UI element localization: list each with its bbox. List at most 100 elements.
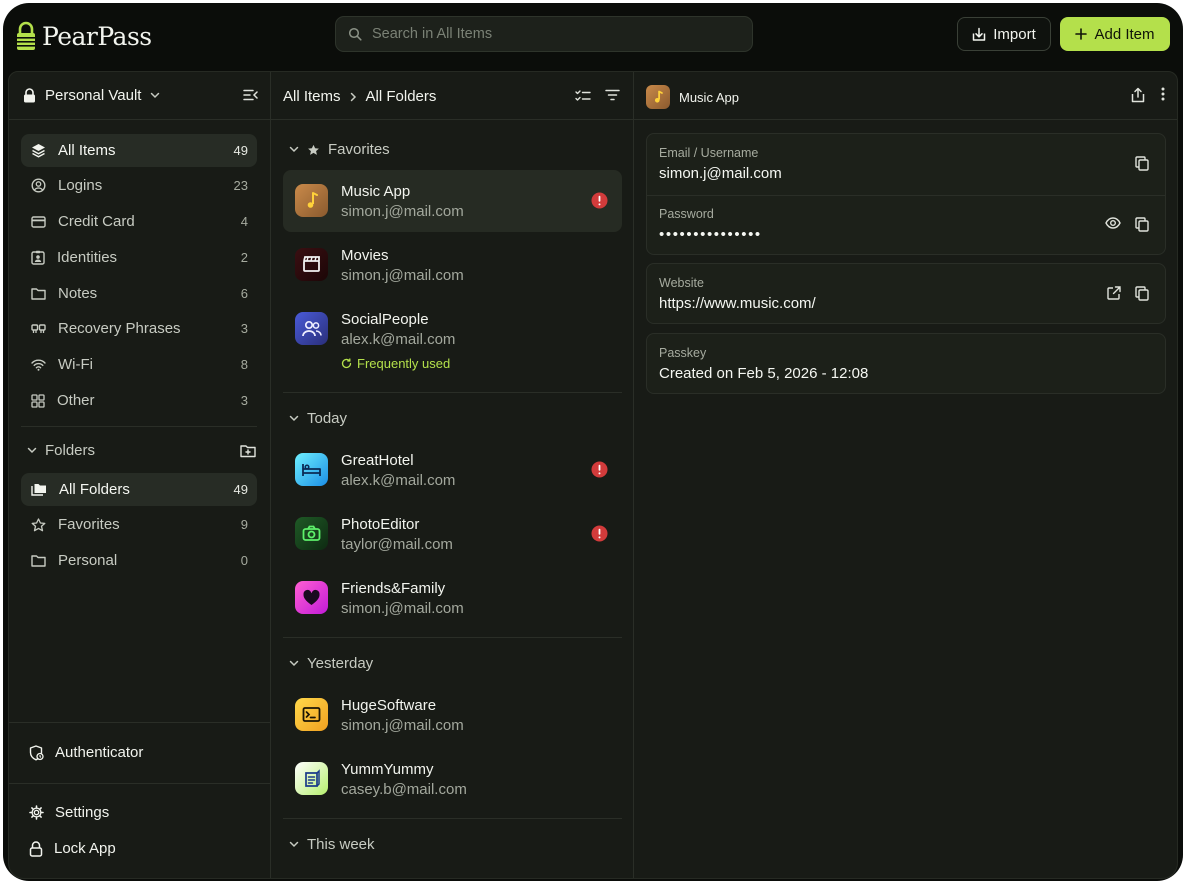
item-title: GreatHotel xyxy=(341,452,414,469)
sidebar-item-count: 2 xyxy=(240,250,248,265)
sidebar-item-identities[interactable]: Identities 2 xyxy=(21,241,257,274)
star-icon xyxy=(31,517,46,532)
sidebar-item-label: Other xyxy=(57,392,95,409)
sidebar-item-label: Identities xyxy=(57,249,118,266)
sidebar-item-label: All Folders xyxy=(59,481,130,498)
item-subtitle: alex.k@mail.com xyxy=(341,472,456,489)
group-toggle-today[interactable]: Today xyxy=(289,410,347,427)
add-item-button[interactable]: Add Item xyxy=(1060,17,1170,51)
field-label: Password xyxy=(659,207,714,221)
list-item-music-app[interactable]: Music App simon.j@mail.com xyxy=(283,170,622,232)
more-options-icon[interactable] xyxy=(1161,87,1165,103)
group-toggle-this-week[interactable]: This week xyxy=(289,836,375,853)
authenticator-shield-icon xyxy=(29,744,44,761)
share-icon[interactable] xyxy=(1131,87,1145,103)
folders-toggle[interactable]: Folders xyxy=(27,442,95,459)
search-input[interactable]: Search in All Items xyxy=(335,16,753,52)
list-item-photoeditor[interactable]: PhotoEditor taylor@mail.com xyxy=(283,503,622,565)
plus-icon xyxy=(1075,28,1088,40)
item-title: Movies xyxy=(341,247,389,264)
frequently-used-badge: Frequently used xyxy=(341,356,450,371)
list-item-greathotel[interactable]: GreatHotel alex.k@mail.com xyxy=(283,439,622,501)
credit-card-icon xyxy=(31,215,46,228)
sidebar-item-favorites[interactable]: Favorites 9 xyxy=(21,508,257,541)
grid-icon xyxy=(31,393,45,408)
sidebar-item-label: Personal xyxy=(58,552,118,569)
chevron-down-icon xyxy=(289,415,299,422)
lock-logo-icon xyxy=(16,21,36,51)
music-note-icon xyxy=(646,85,670,109)
authenticator-button[interactable]: Authenticator xyxy=(29,744,143,761)
group-toggle-favorites[interactable]: Favorites xyxy=(289,141,390,158)
sidebar-item-recovery-phrases[interactable]: Recovery Phrases 3 xyxy=(21,312,257,345)
breadcrumb-item[interactable]: All Items xyxy=(283,88,341,105)
folders-label: Folders xyxy=(45,442,96,459)
detail-header: Music App xyxy=(634,72,1177,120)
copy-icon[interactable] xyxy=(1135,156,1149,171)
vault-selector[interactable]: Personal Vault xyxy=(23,87,160,104)
group-divider xyxy=(283,637,622,638)
folders-icon xyxy=(31,483,47,496)
password-value[interactable]: ••••••••••••••• xyxy=(659,226,762,243)
sidebar-item-all-folders[interactable]: All Folders 49 xyxy=(21,473,257,506)
item-title: Music App xyxy=(341,183,411,200)
website-value[interactable]: https://www.music.com/ xyxy=(659,295,816,312)
copy-icon[interactable] xyxy=(1135,217,1149,232)
items-list: All Items All Folders Favorites Music Ap… xyxy=(271,72,634,878)
group-divider xyxy=(283,392,622,393)
copy-icon[interactable] xyxy=(1135,286,1149,301)
detail-title-text: Music App xyxy=(679,89,739,105)
passkey-card: Passkey Created on Feb 5, 2026 - 12:08 xyxy=(646,333,1166,394)
detail-title: Music App xyxy=(646,85,739,109)
import-label: Import xyxy=(993,25,1036,43)
list-item-movies[interactable]: Movies simon.j@mail.com xyxy=(283,234,622,296)
import-button[interactable]: Import xyxy=(957,17,1051,51)
website-card: Website https://www.music.com/ xyxy=(646,263,1166,324)
list-item-socialpeople[interactable]: SocialPeople alex.k@mail.com Frequently … xyxy=(283,298,622,380)
sidebar-item-personal[interactable]: Personal 0 xyxy=(21,544,257,577)
id-badge-icon xyxy=(31,250,45,265)
group-toggle-yesterday[interactable]: Yesterday xyxy=(289,655,373,672)
field-label: Passkey xyxy=(659,346,707,360)
clapperboard-icon xyxy=(295,248,328,281)
item-title: PhotoEditor xyxy=(341,516,420,533)
list-item-friends-family[interactable]: Friends&Family simon.j@mail.com xyxy=(283,567,622,629)
terminal-icon xyxy=(295,698,328,731)
lock-icon xyxy=(29,840,43,857)
settings-button[interactable]: Settings xyxy=(29,804,109,821)
sidebar-item-other[interactable]: Other 3 xyxy=(21,384,257,417)
lock-icon xyxy=(23,88,36,103)
lock-app-button[interactable]: Lock App xyxy=(29,840,116,857)
sidebar-item-notes[interactable]: Notes 6 xyxy=(21,277,257,310)
settings-label: Settings xyxy=(55,804,110,821)
sidebar-item-logins[interactable]: Logins 23 xyxy=(21,169,257,202)
sidebar-item-wifi[interactable]: Wi-Fi 8 xyxy=(21,348,257,381)
email-value[interactable]: simon.j@mail.com xyxy=(659,165,782,182)
user-circle-icon xyxy=(31,178,46,193)
wifi-icon xyxy=(31,359,46,371)
item-subtitle: simon.j@mail.com xyxy=(341,717,464,734)
sort-icon[interactable] xyxy=(605,89,620,103)
add-item-label: Add Item xyxy=(1094,25,1155,43)
item-title: YummYummy xyxy=(341,761,434,778)
multi-select-icon[interactable] xyxy=(575,89,591,103)
external-link-icon[interactable] xyxy=(1107,286,1121,301)
sidebar-item-count: 6 xyxy=(240,286,248,301)
eye-icon[interactable] xyxy=(1105,217,1121,232)
sidebar-item-label: Recovery Phrases xyxy=(58,320,181,337)
sidebar-item-count: 23 xyxy=(233,178,248,193)
breadcrumb-item[interactable]: All Folders xyxy=(366,88,437,105)
list-item-hugesoftware[interactable]: HugeSoftware simon.j@mail.com xyxy=(283,684,622,746)
sidebar-item-all-items[interactable]: All Items 49 xyxy=(21,134,257,167)
chevron-down-icon xyxy=(289,841,299,848)
sidebar-item-credit-card[interactable]: Credit Card 4 xyxy=(21,205,257,238)
collapse-sidebar-icon[interactable] xyxy=(243,88,258,102)
layers-icon xyxy=(31,143,46,158)
new-folder-icon[interactable] xyxy=(240,444,256,458)
camera-icon xyxy=(295,517,328,550)
top-bar: PearPass Search in All Items Import Add … xyxy=(3,3,1183,71)
list-item-yummyummy[interactable]: YummYummy casey.b@mail.com xyxy=(283,748,622,810)
bed-icon xyxy=(295,453,328,486)
item-subtitle: simon.j@mail.com xyxy=(341,267,464,284)
warning-icon xyxy=(591,192,608,209)
